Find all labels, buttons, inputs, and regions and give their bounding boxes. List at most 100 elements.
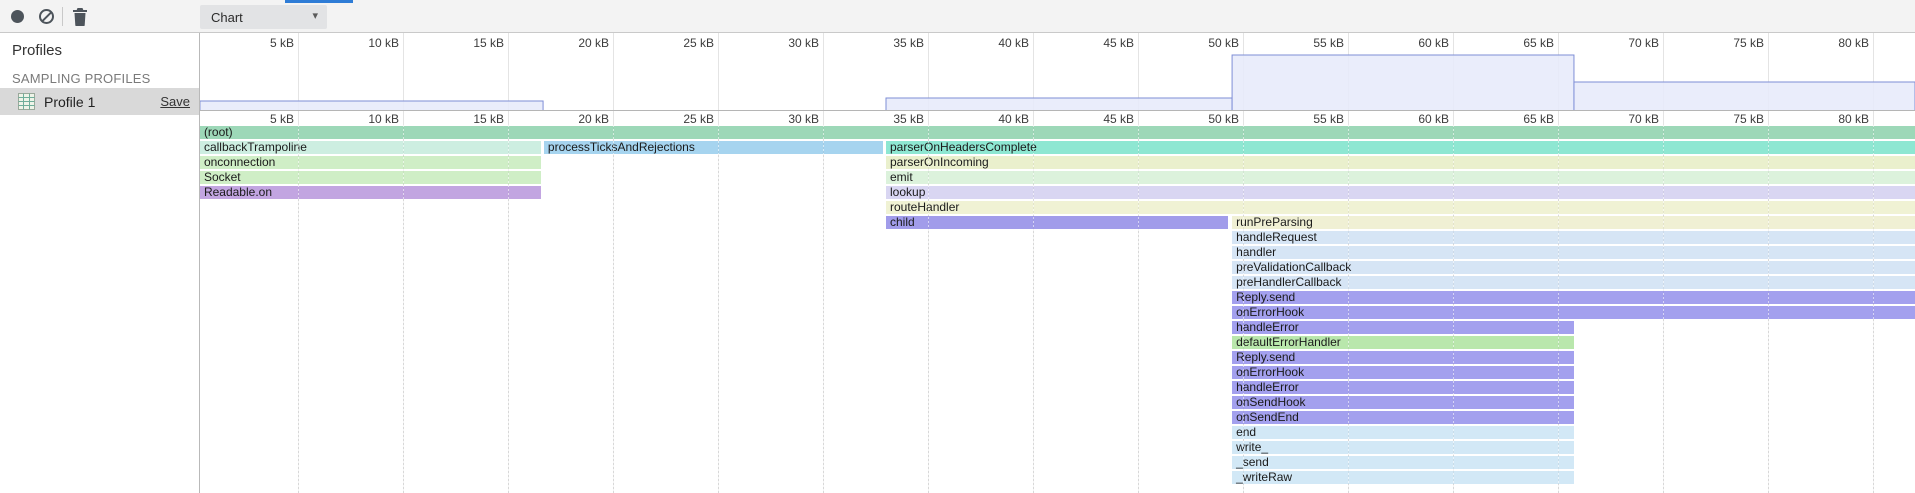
flame-frame[interactable]: preValidationCallback [1232,261,1915,274]
axis-tick-label: 40 kB [998,112,1029,126]
flame-frame-label: Reply.send [1232,291,1295,304]
flame-gridline-overlay [1138,125,1139,493]
axis-tick-label: 5 kB [270,112,294,126]
flame-frame[interactable]: child [886,216,1228,229]
axis-tick-label: 50 kB [1208,112,1239,126]
flame-frame[interactable]: onErrorHook [1232,366,1574,379]
overview-area-series [200,33,1915,111]
sidebar-item-profile-1[interactable]: Profile 1 Save [0,88,199,115]
flame-gridline-overlay [1243,125,1244,493]
flame-frame-label: parserOnHeadersComplete [886,141,1037,154]
flame-frame[interactable]: emit [886,171,1915,184]
flame-frame-label: lookup [886,186,925,199]
record-icon[interactable] [8,0,26,33]
axis-tick-label: 65 kB [1523,112,1554,126]
flame-frame[interactable]: onErrorHook [1232,306,1915,319]
profile-item-label: Profile 1 [44,94,95,110]
sidebar-title: Profiles [12,42,62,59]
flame-frame-label: runPreParsing [1232,216,1313,229]
memory-overview[interactable]: 5 kB10 kB15 kB20 kB25 kB30 kB35 kB40 kB4… [200,33,1915,111]
flame-frame[interactable]: end [1232,426,1574,439]
flame-frame-label: child [886,216,915,229]
flame-frame[interactable]: callbackTrampoline [200,141,541,154]
flame-frame[interactable]: Reply.send [1232,351,1574,364]
axis-tick-label: 70 kB [1628,112,1659,126]
flame-frame[interactable]: routeHandler [886,201,1915,214]
flame-frame[interactable]: handleError [1232,381,1574,394]
flame-gridline-overlay [823,125,824,493]
flame-frame-label: write_ [1232,441,1268,454]
flame-gridline-overlay [613,125,614,493]
flame-frame-label: processTicksAndRejections [544,141,695,154]
flame-frame[interactable]: parserOnHeadersComplete [886,141,1915,154]
flame-frame-label: parserOnIncoming [886,156,989,169]
profile-table-icon [18,93,35,110]
flame-frame-label: emit [886,171,913,184]
axis-tick-label: 25 kB [683,112,714,126]
flame-gridline-overlay [298,125,299,493]
chart-view-select[interactable]: Chart ▾ [200,5,327,29]
flame-frame[interactable]: onSendEnd [1232,411,1574,424]
trash-icon[interactable] [71,0,89,33]
flame-frame-label: end [1232,426,1256,439]
flame-frame-label: defaultErrorHandler [1232,336,1341,349]
flame-gridline-overlay [1453,125,1454,493]
flame-frame[interactable]: handler [1232,246,1915,259]
flame-frame-label: (root) [200,126,233,139]
flame-gridline-overlay [403,125,404,493]
clear-icon[interactable] [37,0,55,33]
axis-tick-label: 35 kB [893,112,924,126]
flame-frame[interactable]: lookup [886,186,1915,199]
axis-tick-label: 20 kB [578,112,609,126]
sidebar-section-header: SAMPLING PROFILES [12,71,151,86]
flame-frame[interactable]: onconnection [200,156,541,169]
flame-frame[interactable]: defaultErrorHandler [1232,336,1574,349]
flame-gridline-overlay [1768,125,1769,493]
flame-frame[interactable]: handleError [1232,321,1574,334]
axis-tick-label: 55 kB [1313,112,1344,126]
sidebar: Profiles SAMPLING PROFILES Profile 1 Sav… [0,33,200,493]
save-link[interactable]: Save [160,94,190,109]
flame-gridline-overlay [1663,125,1664,493]
chart-view-select-label: Chart [200,10,243,25]
flame-gridline-overlay [718,125,719,493]
flame-frame-label: preHandlerCallback [1232,276,1341,289]
flame-frame[interactable]: (root) [200,126,1915,139]
flame-gridline-overlay [1873,125,1874,493]
chevron-down-icon: ▾ [312,9,318,22]
flame-frame-label: routeHandler [886,201,959,214]
flame-frame[interactable]: handleRequest [1232,231,1915,244]
flame-frame[interactable]: processTicksAndRejections [544,141,883,154]
flame-gridline-overlay [1348,125,1349,493]
flame-gridline-overlay [928,125,929,493]
toolbar-divider [62,7,63,26]
flame-frame[interactable]: runPreParsing [1232,216,1915,229]
flame-frame-label: handler [1232,246,1276,259]
flame-frame[interactable]: Socket [200,171,541,184]
flame-gridline-overlay [508,125,509,493]
axis-tick-label: 30 kB [788,112,819,126]
flame-chart[interactable]: 5 kB 10 kB 15 kB 20 kB 25 kB 30 kB 35 kB 40 kB 4… [200,111,1915,493]
flame-frame-label: Socket [200,171,241,184]
tab-accent-strip [285,0,353,3]
toolbar: Chart ▾ [0,0,1915,33]
flame-frame[interactable]: write_ [1232,441,1574,454]
flame-frame[interactable]: preHandlerCallback [1232,276,1915,289]
flame-frame-label: _send [1232,456,1269,469]
axis-tick-label: 10 kB [368,112,399,126]
flame-frame-label: callbackTrampoline [200,141,307,154]
flame-frame[interactable]: Readable.on [200,186,541,199]
axis-tick-label: 80 kB [1838,112,1869,126]
flame-frame[interactable]: Reply.send [1232,291,1915,304]
axis-tick-label: 15 kB [473,112,504,126]
flame-frame[interactable]: _writeRaw [1232,471,1574,484]
flame-frame[interactable]: _send [1232,456,1574,469]
flame-frame-label: preValidationCallback [1232,261,1351,274]
axis-tick-label: 45 kB [1103,112,1134,126]
flame-gridline-overlay [1558,125,1559,493]
flame-frame[interactable]: parserOnIncoming [886,156,1915,169]
flame-frame-label: Readable.on [200,186,272,199]
flame-frame-label: Reply.send [1232,351,1295,364]
flame-frame[interactable]: onSendHook [1232,396,1574,409]
flame-frame-label: _writeRaw [1232,471,1292,484]
